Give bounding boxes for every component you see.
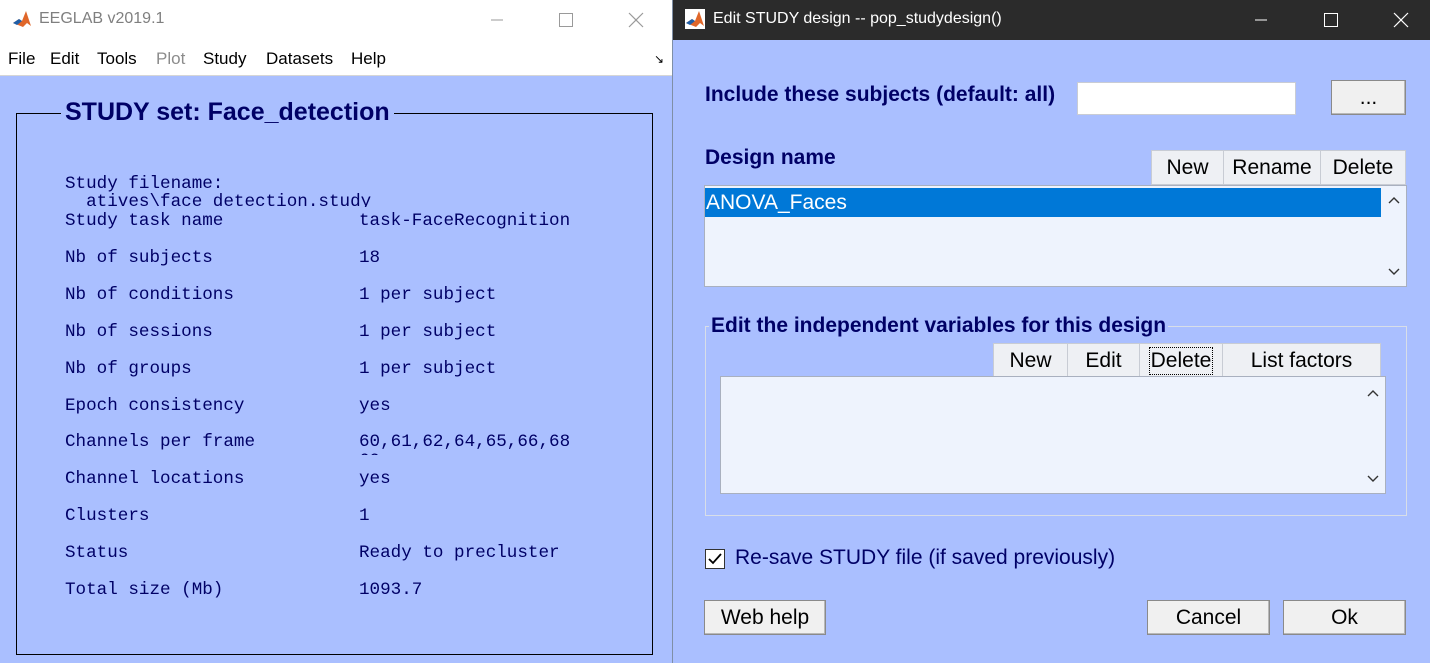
- design-list-item[interactable]: ANOVA_Faces: [705, 188, 1381, 217]
- menu-plot[interactable]: Plot: [156, 49, 185, 69]
- info-label-total-size: Total size (Mb): [65, 580, 224, 600]
- scroll-up-icon[interactable]: [1361, 383, 1385, 403]
- info-value-channel-locations: yes: [359, 469, 391, 489]
- close-button[interactable]: [1378, 0, 1424, 40]
- study-set-title: STUDY set: Face_detection: [61, 98, 394, 127]
- ok-label: Ok: [1331, 605, 1358, 629]
- variables-list-scrollbar[interactable]: [1361, 377, 1385, 493]
- new-design-label: New: [1166, 155, 1209, 179]
- info-value-total-size: 1093.7: [359, 580, 423, 600]
- info-label-task-name: Study task name: [65, 211, 224, 231]
- minimize-button[interactable]: [1238, 0, 1284, 40]
- menu-bar: File Edit Tools Plot Study Datasets Help: [0, 44, 672, 74]
- study-filename-clip: atives\face_detection.study: [65, 192, 465, 207]
- info-label-clusters: Clusters: [65, 506, 150, 526]
- design-window-title: Edit STUDY design -- pop_studydesign(): [713, 10, 1002, 27]
- delete-design-button[interactable]: Delete: [1320, 150, 1406, 185]
- design-list-scrollbar[interactable]: [1382, 186, 1406, 286]
- scroll-up-icon[interactable]: [1382, 190, 1406, 210]
- new-variable-button[interactable]: New: [993, 343, 1068, 378]
- delete-variable-button[interactable]: Delete: [1139, 343, 1223, 378]
- menu-datasets[interactable]: Datasets: [266, 49, 333, 69]
- info-value-channels-wrap: 69: [359, 452, 380, 456]
- dock-icon[interactable]: ↘: [654, 52, 664, 66]
- menu-help[interactable]: Help: [351, 49, 386, 69]
- info-value-task-name: task-FaceRecognition: [359, 211, 571, 231]
- new-variable-label: New: [1009, 348, 1052, 372]
- design-name-label: Design name: [705, 146, 836, 169]
- design-list[interactable]: ANOVA_Faces: [704, 185, 1407, 287]
- info-value-groups: 1 per subject: [359, 359, 497, 379]
- design-titlebar[interactable]: Edit STUDY design -- pop_studydesign(): [673, 0, 1430, 40]
- matlab-icon: [685, 9, 705, 29]
- scroll-down-icon[interactable]: [1361, 469, 1385, 489]
- browse-subjects-label: ...: [1359, 85, 1378, 109]
- info-value-conditions: 1 per subject: [359, 285, 497, 305]
- menu-tools[interactable]: Tools: [97, 49, 137, 69]
- info-label-subjects: Nb of subjects: [65, 248, 213, 268]
- info-value-status: Ready to precluster: [359, 543, 560, 563]
- info-label-conditions: Nb of conditions: [65, 285, 234, 305]
- web-help-label: Web help: [720, 605, 810, 629]
- edit-variable-label: Edit: [1085, 348, 1122, 372]
- info-label-channel-locations: Channel locations: [65, 469, 245, 489]
- study-filename-value: atives\face_detection.study: [65, 192, 372, 207]
- info-value-subjects: 18: [359, 248, 381, 268]
- info-value-sessions: 1 per subject: [359, 322, 497, 342]
- cancel-button[interactable]: Cancel: [1147, 600, 1270, 635]
- list-factors-button[interactable]: List factors: [1222, 343, 1381, 378]
- new-design-button[interactable]: New: [1151, 150, 1224, 185]
- close-button[interactable]: [613, 0, 659, 40]
- checkmark-icon: [708, 553, 722, 565]
- info-value-clusters: 1: [359, 506, 370, 526]
- rename-design-label: Rename: [1232, 155, 1312, 179]
- study-design-dialog: Edit STUDY design -- pop_studydesign() I…: [672, 0, 1430, 663]
- info-label-groups: Nb of groups: [65, 359, 192, 379]
- eeglab-window-title: EEGLAB v2019.1: [39, 10, 165, 27]
- web-help-button[interactable]: Web help: [704, 600, 826, 635]
- delete-variable-label: Delete: [1148, 346, 1214, 375]
- variables-list[interactable]: [720, 376, 1386, 494]
- scroll-down-icon[interactable]: [1382, 262, 1406, 282]
- eeglab-content: STUDY set: Face_detection Study filename…: [0, 76, 672, 663]
- variables-group-title: Edit the independent variables for this …: [709, 314, 1169, 338]
- list-factors-label: List factors: [1250, 348, 1353, 372]
- maximize-button[interactable]: [1308, 0, 1354, 40]
- info-label-status: Status: [65, 543, 129, 563]
- ok-button[interactable]: Ok: [1283, 600, 1406, 635]
- maximize-button[interactable]: [543, 0, 589, 40]
- menu-edit[interactable]: Edit: [50, 49, 79, 69]
- rename-design-button[interactable]: Rename: [1223, 150, 1321, 185]
- eeglab-window: EEGLAB v2019.1 File Edit Tools Plot Stud…: [0, 0, 672, 663]
- subjects-label: Include these subjects (default: all): [705, 83, 1056, 106]
- info-label-epoch-consistency: Epoch consistency: [65, 396, 245, 416]
- edit-variable-button[interactable]: Edit: [1067, 343, 1140, 378]
- info-label-sessions: Nb of sessions: [65, 322, 213, 342]
- menu-study[interactable]: Study: [203, 49, 246, 69]
- matlab-icon: [12, 9, 32, 29]
- info-value-channels-per-frame: 60,61,62,64,65,66,68: [359, 433, 571, 452]
- resave-checkbox[interactable]: [705, 549, 725, 569]
- menu-file[interactable]: File: [8, 49, 35, 69]
- channels-value-clip: 60,61,62,64,65,66,68 69: [359, 433, 659, 455]
- resave-label: Re-save STUDY file (if saved previously): [735, 546, 1116, 569]
- browse-subjects-button[interactable]: ...: [1331, 80, 1406, 115]
- info-value-epoch-consistency: yes: [359, 396, 391, 416]
- subjects-input[interactable]: [1077, 82, 1296, 115]
- delete-design-label: Delete: [1332, 155, 1394, 179]
- info-label-channels-per-frame: Channels per frame: [65, 432, 256, 452]
- study-filename-label: Study filename:: [65, 174, 224, 194]
- eeglab-titlebar[interactable]: EEGLAB v2019.1: [0, 0, 672, 40]
- cancel-label: Cancel: [1175, 605, 1242, 629]
- minimize-button[interactable]: [474, 0, 520, 40]
- subjects-label-clip: Include these subjects (default: all): [705, 83, 1077, 113]
